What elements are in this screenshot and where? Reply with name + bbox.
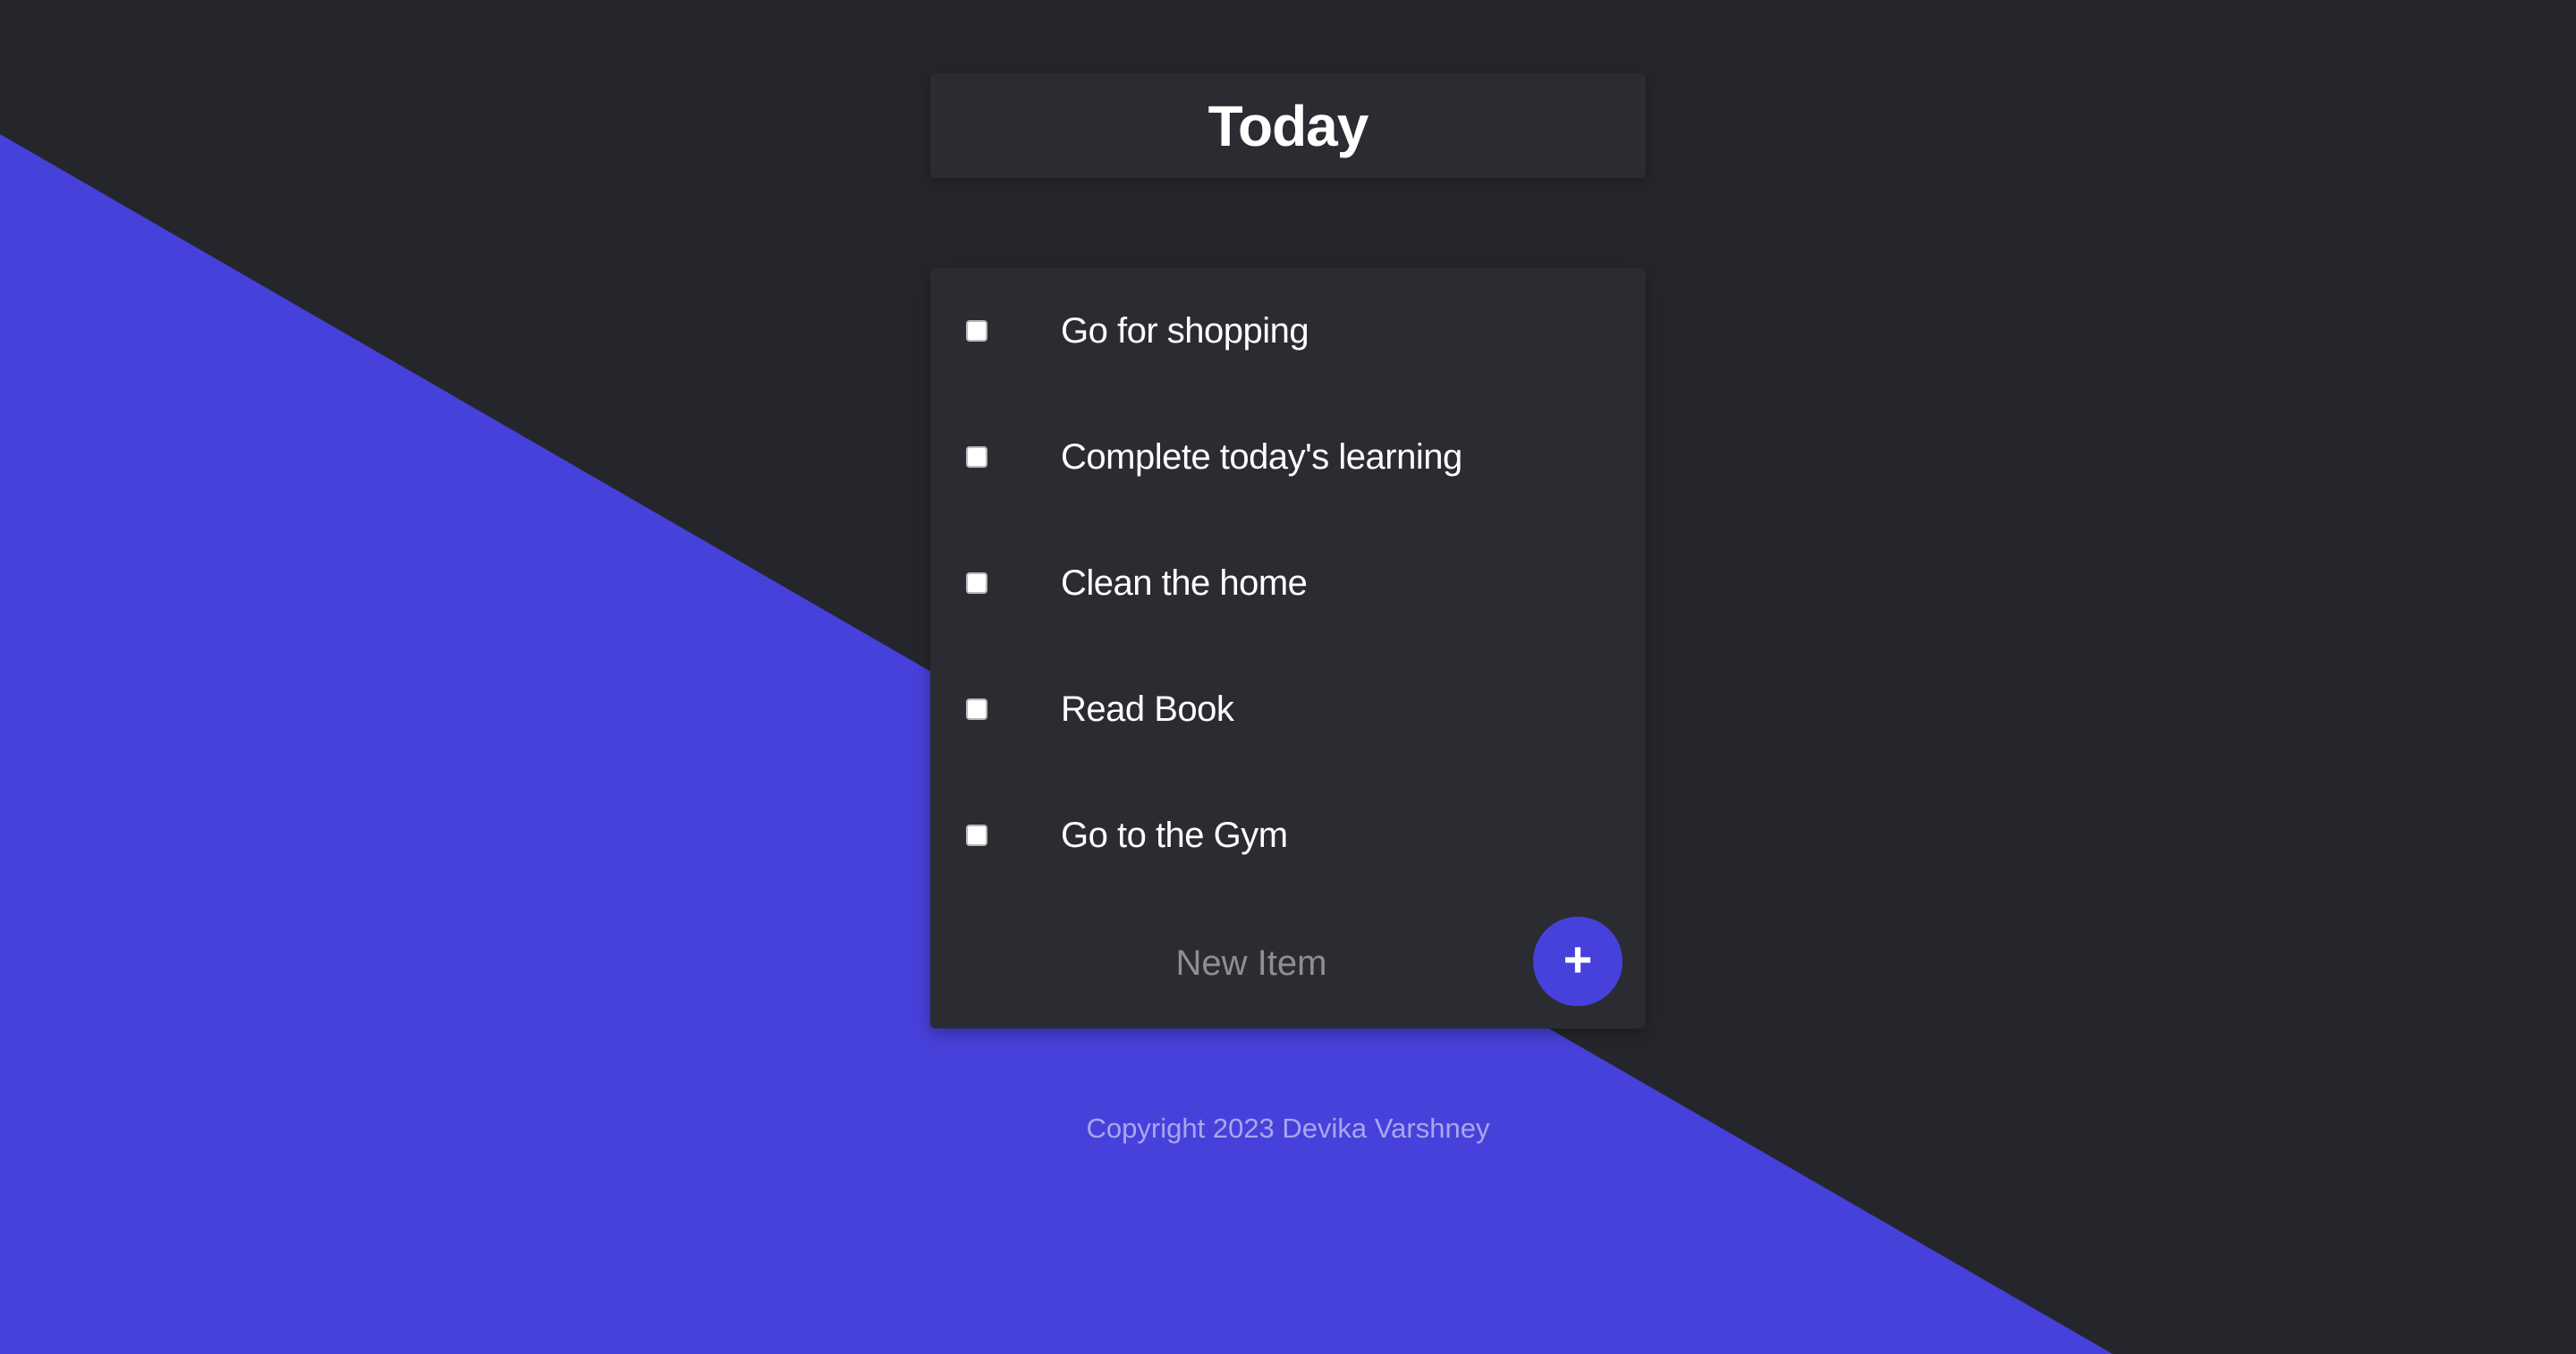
item-checkbox[interactable] [966,825,987,846]
item-checkbox[interactable] [966,320,987,342]
list-item: Go to the Gym [930,773,1646,899]
item-checkbox[interactable] [966,446,987,468]
item-checkbox[interactable] [966,698,987,720]
footer-copyright: Copyright 2023 Devika Varshney [1086,1113,1490,1144]
page-title: Today [1208,93,1369,158]
new-item-input[interactable] [930,899,1547,1028]
todo-list: Go for shopping Complete today's learnin… [930,268,1646,1028]
plus-icon: + [1563,931,1593,987]
item-label: Go for shopping [1061,310,1309,351]
add-item-button[interactable]: + [1533,917,1623,1006]
list-item: Go for shopping [930,268,1646,394]
item-label: Go to the Gym [1061,815,1288,855]
heading-box: Today [930,73,1646,178]
item-label: Read Book [1061,689,1234,729]
item-label: Clean the home [1061,563,1308,603]
item-label: Complete today's learning [1061,436,1462,477]
item-checkbox[interactable] [966,572,987,594]
list-item: Read Book [930,647,1646,773]
list-item: Clean the home [930,520,1646,647]
list-item: Complete today's learning [930,394,1646,520]
new-item-form: + [930,899,1646,1028]
